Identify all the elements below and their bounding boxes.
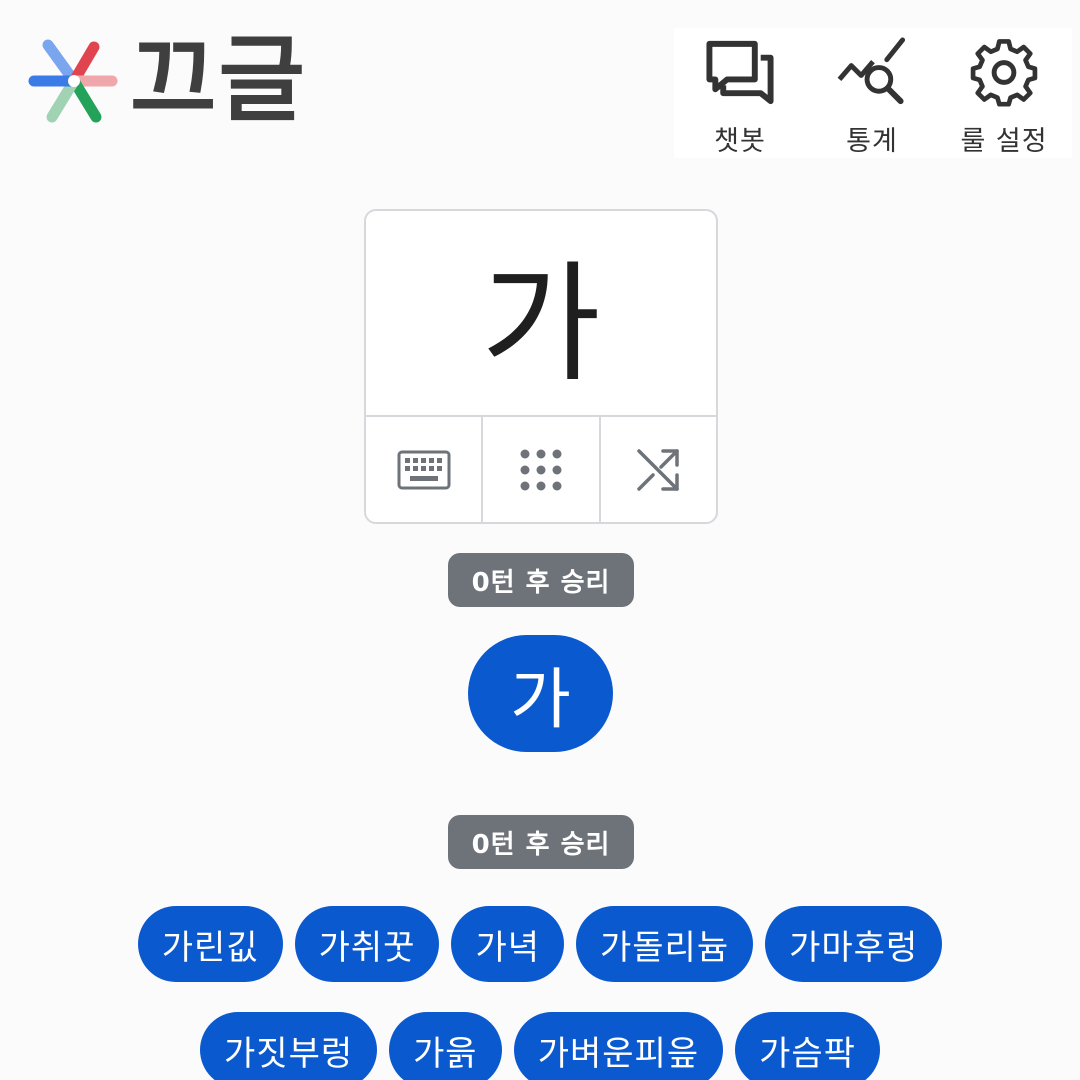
nav-stats[interactable]: 통계	[806, 28, 938, 158]
asterisk-logo-icon	[28, 39, 118, 123]
nav-chatbot[interactable]: 챗봇	[674, 28, 806, 158]
word-chip[interactable]: 가녁	[451, 906, 564, 982]
shuffle-icon	[637, 448, 680, 491]
word-chip[interactable]: 가린깂	[137, 906, 283, 982]
card-toolbar	[366, 417, 716, 522]
word-chip[interactable]: 가슴팍	[735, 1012, 880, 1080]
nav-rule-settings[interactable]: 룰 설정	[938, 28, 1070, 158]
word-chip[interactable]: 가돌리늄	[576, 906, 754, 982]
character-card: 가	[364, 209, 718, 524]
result-badge-bottom: 0턴 후 승리	[448, 815, 634, 869]
word-chip[interactable]: 가짓부렁	[200, 1012, 378, 1080]
app-title: 끄글	[130, 26, 307, 135]
word-list: 가린깂 가취꿋 가녁 가돌리늄 가마후렁 가짓부렁 가읅 가벼운피읖 가슴팍	[0, 906, 1080, 1080]
keyboard-icon	[397, 450, 451, 489]
result-word-pill[interactable]: 가	[468, 635, 613, 752]
shuffle-button[interactable]	[601, 417, 716, 522]
dial-pad-button[interactable]	[483, 417, 601, 522]
dial-pad-icon	[520, 449, 562, 490]
chat-bubbles-icon	[706, 40, 774, 105]
word-chip[interactable]: 가마후렁	[765, 906, 943, 982]
gear-icon	[970, 39, 1038, 107]
word-chip[interactable]: 가벼운피읖	[513, 1012, 724, 1080]
word-chip[interactable]: 가읅	[389, 1012, 502, 1080]
word-chip[interactable]: 가취꿋	[294, 906, 440, 982]
app-logo: 끄글	[28, 34, 307, 128]
stats-search-icon	[837, 37, 906, 105]
current-character: 가	[366, 211, 716, 417]
keyboard-button[interactable]	[366, 417, 484, 522]
top-nav: 챗봇 통계 룰 설정	[674, 28, 1072, 158]
result-badge-top: 0턴 후 승리	[448, 553, 634, 607]
